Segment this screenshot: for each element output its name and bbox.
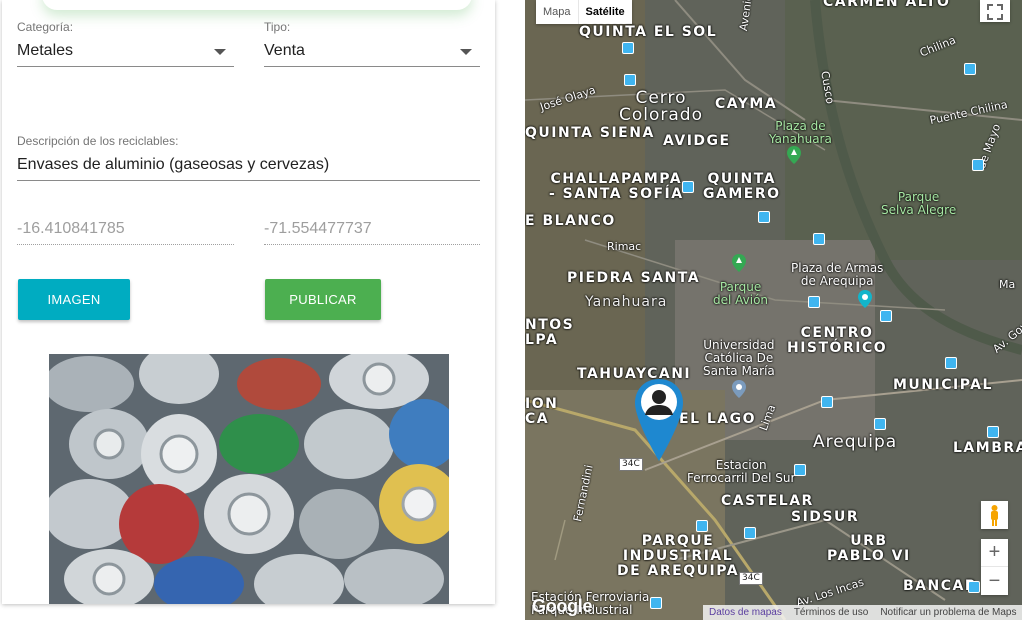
bus-stop-icon[interactable] <box>744 527 756 539</box>
bus-stop-icon[interactable] <box>972 159 984 171</box>
map-label-estacion-ferrocarril: Estacion Ferrocarril Del Sur <box>687 458 796 485</box>
tipo-select[interactable]: Tipo: Venta <box>264 20 480 67</box>
university-pin-icon[interactable] <box>732 380 746 398</box>
map-label-municipal: MUNICIPAL <box>893 377 993 393</box>
maptype-mapa-button[interactable]: Mapa <box>536 0 578 24</box>
map-label-plaza-de-armas: Plaza de Armas de Arequipa <box>791 261 884 288</box>
tipo-value: Venta <box>264 42 305 59</box>
bus-stop-icon[interactable] <box>758 211 770 223</box>
map-label-yanahuara: Yanahuara <box>585 294 668 310</box>
map-label-carmen-alto: CARMEN ALTO <box>823 0 951 10</box>
map-label-sidsur: SIDSUR <box>791 509 860 525</box>
bus-stop-icon[interactable] <box>813 233 825 245</box>
map-label-parque-selva-alegre: Parque Selva Alegre <box>881 190 957 217</box>
map-label-quinta-siena: QUINTA SIENA <box>525 125 655 141</box>
bus-stop-icon[interactable] <box>682 181 694 193</box>
publish-form-card: Categoría: Metales Tipo: Venta Descripci… <box>2 0 495 604</box>
landmark-pin-icon[interactable] <box>858 290 872 308</box>
map-type-control: Mapa Satélite <box>536 0 632 24</box>
categoria-value: Metales <box>17 42 74 59</box>
fullscreen-icon <box>987 4 1003 20</box>
park-pin-icon[interactable] <box>732 254 746 272</box>
latitude-field: -16.410841785 <box>17 219 234 245</box>
map-label-quinta-el-sol: QUINTA EL SOL <box>579 24 718 40</box>
bus-stop-icon[interactable] <box>968 581 980 593</box>
bus-stop-icon[interactable] <box>794 464 806 476</box>
longitude-field: -71.554477737 <box>264 219 480 245</box>
google-logo: Google <box>532 596 593 616</box>
map-label-avidge: AVIDGE <box>663 133 731 149</box>
latitude-value: -16.410841785 <box>17 220 125 237</box>
bus-stop-icon[interactable] <box>987 426 999 438</box>
descripcion-value: Envases de aluminio (gaseosas y cervezas… <box>17 156 330 173</box>
tipo-underline <box>264 66 480 67</box>
bus-stop-icon[interactable] <box>880 310 892 322</box>
map-label-challapampa: CHALLAPAMPA - SANTA SOFÍA <box>549 171 684 202</box>
pegman-icon <box>991 505 998 526</box>
card-top-edge <box>42 0 472 10</box>
zoom-control: + − <box>981 539 1008 595</box>
zoom-in-button[interactable]: + <box>981 539 1008 567</box>
categoria-select[interactable]: Categoría: Metales <box>17 20 234 67</box>
map-label-piedra-santa: PIEDRA SANTA <box>567 270 701 286</box>
map-label-parque-industrial: PARQUE INDUSTRIAL DE AREQUIPA <box>617 533 740 579</box>
longitude-value: -71.554477737 <box>264 220 372 237</box>
longitude-underline <box>264 244 480 245</box>
chevron-down-icon <box>460 49 472 55</box>
bus-stop-icon[interactable] <box>808 296 820 308</box>
latitude-underline <box>17 244 234 245</box>
descripcion-field[interactable]: Descripción de los reciclables: Envases … <box>17 134 480 181</box>
map-attribution: Datos de mapas Términos de uso Notificar… <box>703 605 1022 620</box>
map-label-urb-pablo-vi: URB PABLO VI <box>827 533 911 564</box>
user-location-marker-icon[interactable] <box>633 377 685 463</box>
publicar-button[interactable]: PUBLICAR <box>265 279 381 320</box>
bus-stop-icon[interactable] <box>821 396 833 408</box>
bus-stop-icon[interactable] <box>964 63 976 75</box>
maptype-satelite-button[interactable]: Satélite <box>577 0 632 24</box>
terms-link[interactable]: Términos de uso <box>788 605 874 620</box>
chevron-down-icon <box>214 49 226 55</box>
route-34c-shield: 34C <box>739 572 763 585</box>
descripcion-underline <box>17 180 480 181</box>
map-label-parque-del-avion: Parque del Avión <box>713 280 769 307</box>
map-label-lambra: LAMBRA <box>953 440 1022 456</box>
street-view-pegman-button[interactable] <box>981 501 1008 529</box>
map-label-quinta-gamero: QUINTA GAMERO <box>703 171 781 202</box>
recyclables-preview-image <box>49 354 449 604</box>
fullscreen-button[interactable] <box>980 0 1010 22</box>
bus-stop-icon[interactable] <box>874 418 886 430</box>
categoria-underline <box>17 66 234 67</box>
map-street-ma: Ma <box>999 278 1016 291</box>
satellite-imagery <box>525 0 1022 620</box>
map-label-bancar: BANCAR <box>903 578 978 594</box>
tipo-label: Tipo: <box>264 20 291 34</box>
crushed-cans-photo <box>49 354 449 604</box>
map-label-universidad: Universidad Católica De Santa María <box>703 338 775 378</box>
map-label-centro-historico: CENTRO HISTÓRICO <box>787 325 888 356</box>
categoria-label: Categoría: <box>17 20 74 34</box>
bus-stop-icon[interactable] <box>650 597 662 609</box>
descripcion-label: Descripción de los reciclables: <box>17 134 179 148</box>
zoom-out-button[interactable]: − <box>981 567 1008 595</box>
map-label-ntos-lpa: NTOS LPA <box>525 317 575 348</box>
map-label-e-blanco: E BLANCO <box>525 213 616 229</box>
map-label-arequipa: Arequipa <box>813 432 898 452</box>
map-view[interactable]: Mapa Satélite QUINTA EL SOL CARMEN ALTO … <box>525 0 1022 620</box>
report-problem-link[interactable]: Notificar un problema de Maps <box>874 605 1022 620</box>
bus-stop-icon[interactable] <box>696 520 708 532</box>
bus-stop-icon[interactable] <box>622 42 634 54</box>
park-pin-icon[interactable] <box>787 146 801 164</box>
map-label-ion-ca: ION CA <box>525 396 559 427</box>
imagen-button[interactable]: IMAGEN <box>18 279 130 320</box>
bus-stop-icon[interactable] <box>945 357 957 369</box>
map-label-el-lago: EL LAGO <box>679 411 757 427</box>
map-label-rimac: Rimac <box>607 240 642 253</box>
map-label-cerro-colorado: Cerro Colorado <box>619 88 703 125</box>
map-label-cayma: CAYMA <box>715 96 778 112</box>
bus-stop-icon[interactable] <box>624 74 636 86</box>
map-label-plaza-yanahuara: Plaza de Yanahuara <box>769 119 832 146</box>
map-label-castelar: CASTELAR <box>721 493 814 509</box>
map-data-link[interactable]: Datos de mapas <box>703 605 788 620</box>
